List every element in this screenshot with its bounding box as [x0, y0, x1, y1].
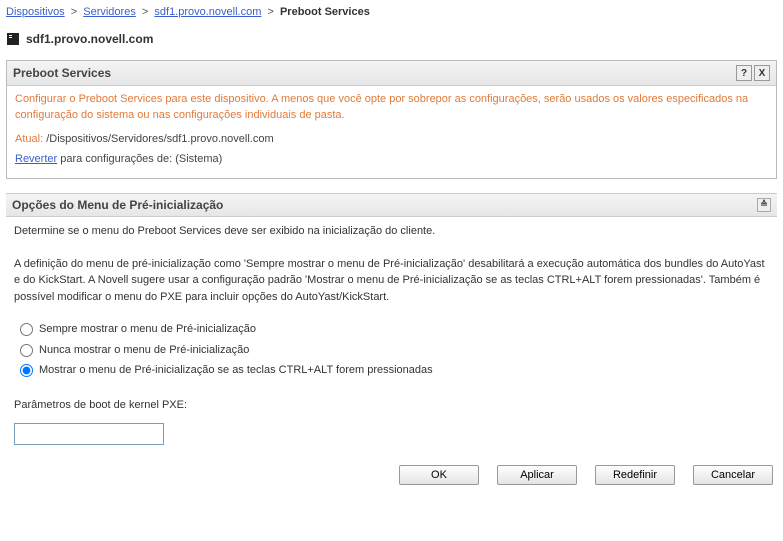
radio-input-never[interactable]	[20, 344, 33, 357]
current-path: /Dispositivos/Servidores/sdf1.provo.nove…	[46, 133, 273, 145]
apply-button[interactable]: Aplicar	[497, 465, 577, 485]
breadcrumb: Dispositivos > Servidores > sdf1.provo.n…	[6, 4, 777, 24]
cancel-button[interactable]: Cancelar	[693, 465, 773, 485]
ok-button[interactable]: OK	[399, 465, 479, 485]
breadcrumb-current: Preboot Services	[280, 6, 370, 18]
radio-label: Sempre mostrar o menu de Pré-inicializaç…	[39, 321, 256, 338]
radio-input-always[interactable]	[20, 323, 33, 336]
radio-group-menu-options: Sempre mostrar o menu de Pré-inicializaç…	[20, 319, 769, 381]
close-icon[interactable]: X	[754, 65, 770, 81]
device-name: sdf1.provo.novell.com	[26, 32, 153, 46]
radio-option-ctrlalt[interactable]: Mostrar o menu de Pré-inicialização se a…	[20, 360, 769, 381]
help-icon[interactable]: ?	[736, 65, 752, 81]
section-detail: A definição do menu de pré-inicialização…	[14, 256, 769, 306]
device-title-row: sdf1.provo.novell.com	[6, 24, 777, 60]
revert-link[interactable]: Reverter	[15, 153, 57, 165]
panel-description: Configurar o Preboot Services para este …	[15, 92, 768, 124]
panel-header: Preboot Services ? X	[7, 61, 776, 86]
breadcrumb-link-dispositivos[interactable]: Dispositivos	[6, 6, 65, 18]
radio-option-always[interactable]: Sempre mostrar o menu de Pré-inicializaç…	[20, 319, 769, 340]
pxe-kernel-params-input[interactable]	[14, 423, 164, 445]
server-icon	[6, 32, 20, 46]
panel-title: Preboot Services	[13, 66, 111, 80]
chevron-right-icon: >	[142, 6, 148, 18]
preboot-services-panel: Preboot Services ? X Configurar o Preboo…	[6, 60, 777, 179]
revert-rest: para configurações de: (Sistema)	[57, 153, 222, 165]
section-header: Opções do Menu de Pré-inicialização ≙	[6, 193, 777, 217]
section-title: Opções do Menu de Pré-inicialização	[12, 198, 223, 212]
chevron-right-icon: >	[267, 6, 273, 18]
radio-option-never[interactable]: Nunca mostrar o menu de Pré-inicializaçã…	[20, 340, 769, 361]
section-intro: Determine se o menu do Preboot Services …	[14, 223, 769, 240]
current-label: Atual:	[15, 133, 43, 145]
radio-label: Nunca mostrar o menu de Pré-inicializaçã…	[39, 342, 249, 359]
button-bar: OK Aplicar Redefinir Cancelar	[6, 459, 777, 489]
current-path-line: Atual: /Dispositivos/Servidores/sdf1.pro…	[15, 132, 768, 148]
reset-button[interactable]: Redefinir	[595, 465, 675, 485]
pxe-kernel-params-label: Parâmetros de boot de kernel PXE:	[14, 397, 769, 414]
revert-line: Reverter para configurações de: (Sistema…	[15, 152, 768, 168]
chevron-right-icon: >	[71, 6, 77, 18]
radio-label: Mostrar o menu de Pré-inicialização se a…	[39, 362, 433, 379]
breadcrumb-link-servidores[interactable]: Servidores	[83, 6, 136, 18]
section-body: Determine se o menu do Preboot Services …	[6, 217, 777, 460]
radio-input-ctrlalt[interactable]	[20, 364, 33, 377]
panel-body: Configurar o Preboot Services para este …	[7, 86, 776, 178]
breadcrumb-link-host[interactable]: sdf1.provo.novell.com	[154, 6, 261, 18]
collapse-icon[interactable]: ≙	[757, 198, 771, 212]
